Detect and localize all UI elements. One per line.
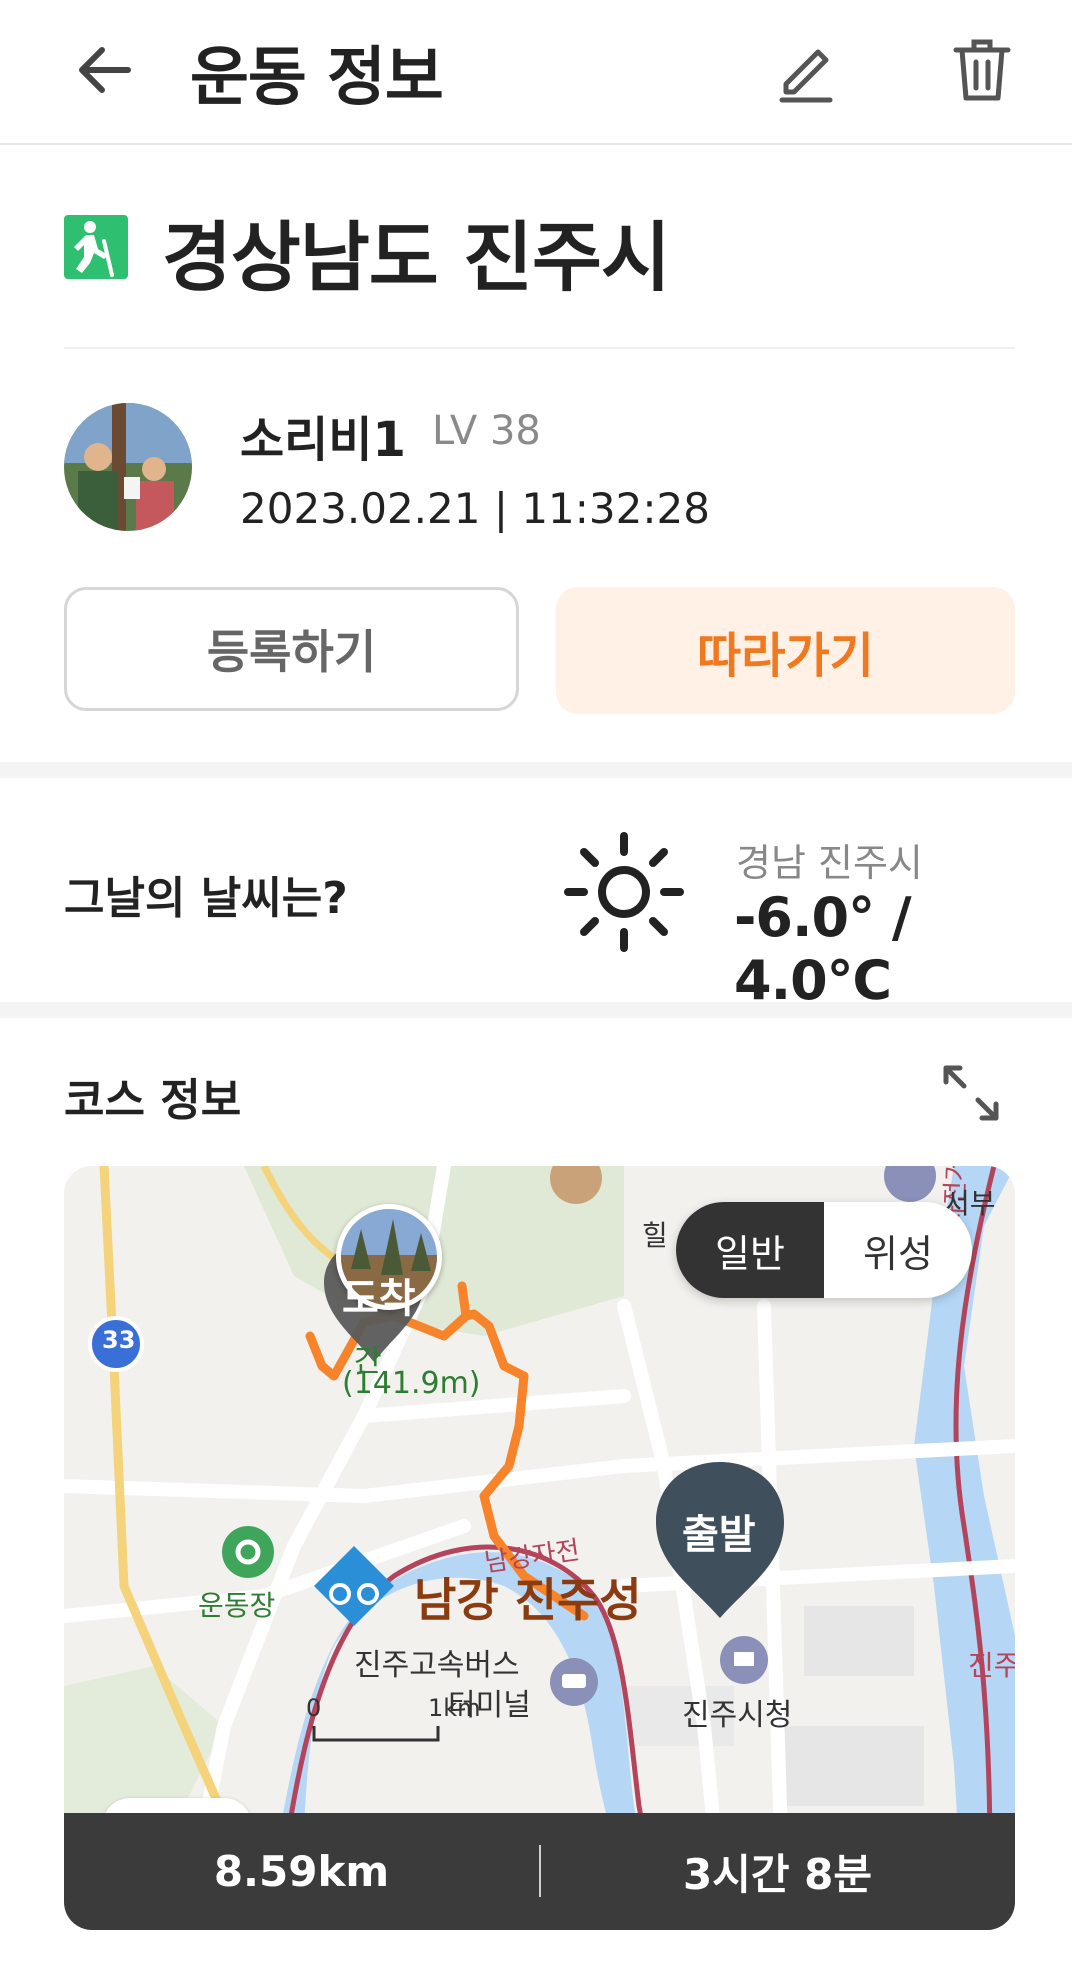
map-label-city-hall: 진주시청 [682, 1698, 793, 1733]
username: 소리비1 [240, 412, 406, 468]
map-label-fortress: 남강 진주성 [414, 1573, 642, 1627]
pencil-icon [779, 49, 833, 103]
sun-icon [560, 828, 688, 956]
end-pin[interactable]: 도착 [342, 1266, 416, 1324]
follow-button[interactable]: 따라가기 [556, 587, 1015, 714]
activity-datetime: 2023.02.21 | 11:32:28 [240, 484, 710, 533]
page-title: 운동 정보 [190, 41, 444, 115]
back-button[interactable] [68, 32, 144, 108]
scale-km: 1km [428, 1694, 481, 1722]
weather-question: 그날의 날씨는? [64, 873, 348, 924]
map-type-toggle[interactable]: 일반 위성 [676, 1202, 972, 1298]
map-label-peak-elevation: (141.9m) [342, 1366, 481, 1401]
map-label-stadium: 운동장 [198, 1589, 276, 1622]
register-button[interactable]: 등록하기 [64, 587, 519, 711]
start-pin[interactable]: 출발 [682, 1502, 756, 1560]
divider [64, 347, 1015, 349]
expand-icon [943, 1065, 999, 1121]
weather-temperature: -6.0° / 4.0℃ [734, 886, 912, 1012]
route-33-shield: 33 [102, 1326, 136, 1354]
course-map[interactable]: 도착 출발 간 (141.9m) 운동장 남강 진주성 진주고속버스 터미널 진… [64, 1166, 1015, 1930]
course-stats-bar: 8.59km 3시간 8분 [64, 1813, 1015, 1930]
map-toggle-satellite[interactable]: 위성 [824, 1202, 972, 1298]
map-label-jinju-edge: 진주 [968, 1649, 1015, 1682]
scale-zero: 0 [306, 1694, 322, 1722]
section-divider [0, 762, 1072, 778]
expand-button[interactable] [940, 1062, 1002, 1124]
delete-button[interactable] [944, 32, 1020, 108]
section-divider [0, 1002, 1072, 1018]
user-level: LV 38 [432, 408, 541, 454]
map-label-hill: 힐 [642, 1219, 668, 1252]
map-label-bus-terminal: 진주고속버스 [354, 1648, 520, 1683]
weather-location: 경남 진주시 [736, 841, 923, 885]
edit-button[interactable] [768, 32, 844, 108]
course-title: 코스 정보 [64, 1075, 242, 1126]
arrow-left-icon [79, 47, 131, 93]
top-bar: 운동 정보 [0, 0, 1072, 145]
avatar[interactable] [64, 403, 192, 531]
course-distance: 8.59km [213, 1847, 390, 1896]
trash-icon [953, 39, 1011, 101]
location-title: 경상남도 진주시 [162, 213, 671, 302]
hiking-icon [64, 215, 128, 279]
course-duration: 3시간 8분 [683, 1850, 872, 1899]
map-toggle-normal[interactable]: 일반 [676, 1202, 824, 1298]
